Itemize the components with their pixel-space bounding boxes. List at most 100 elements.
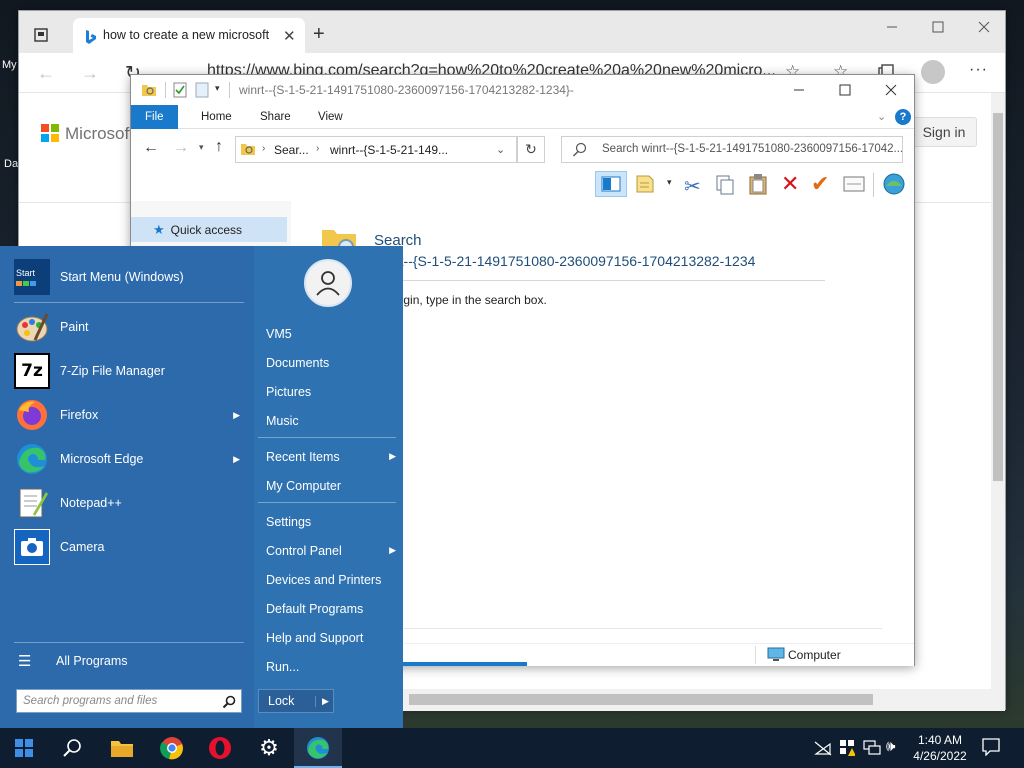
copy-icon[interactable] xyxy=(715,174,735,196)
navigation-row: ← → ▾ ↑ › Sear... › winrt--{S-1-5-21-149… xyxy=(131,129,914,169)
windows-start-icon[interactable] xyxy=(0,728,48,768)
places-item-computer[interactable]: My Computer xyxy=(266,471,400,500)
back-icon[interactable]: ← xyxy=(143,139,159,157)
close-tab-icon[interactable]: ✕ xyxy=(283,27,296,45)
network-off-icon[interactable] xyxy=(814,740,832,756)
close-icon[interactable] xyxy=(961,11,1007,43)
cut-icon[interactable]: ✂ xyxy=(684,174,701,199)
search-input[interactable]: Search winrt--{S-1-5-21-1491751080-23600… xyxy=(561,136,903,163)
properties-icon[interactable] xyxy=(173,82,187,98)
settings-icon[interactable]: ⚙ xyxy=(245,728,293,768)
address-path[interactable]: › Sear... › winrt--{S-1-5-21-149... ⌄ xyxy=(235,136,517,163)
places-item-recent[interactable]: Recent Items ▶ xyxy=(266,442,400,471)
clock[interactable]: 1:40 AM 4/26/2022 xyxy=(910,732,970,764)
user-avatar[interactable] xyxy=(304,259,352,307)
forward-icon[interactable]: → xyxy=(81,63,99,84)
maximize-icon[interactable] xyxy=(839,84,851,96)
more-options-icon[interactable]: ··· xyxy=(969,61,988,79)
start-item[interactable]: Microsoft Edge ▶ xyxy=(14,437,250,481)
start-item[interactable]: Paint xyxy=(14,305,250,349)
volume-icon[interactable]: 🕪 xyxy=(886,738,895,755)
properties-dialog-icon[interactable] xyxy=(843,176,865,192)
file-explorer-icon[interactable] xyxy=(98,728,146,768)
program-search-input[interactable]: Search programs and files xyxy=(16,689,242,713)
places-item-pictures[interactable]: Pictures xyxy=(266,377,400,406)
submenu-arrow-icon: ▶ xyxy=(233,453,240,464)
start-item[interactable]: Firefox ▶ xyxy=(14,393,250,437)
breadcrumb-chevron-icon[interactable]: › xyxy=(316,143,319,154)
paste-icon[interactable] xyxy=(748,173,768,195)
new-folder-icon[interactable] xyxy=(195,82,209,98)
places-item-run[interactable]: Run... xyxy=(266,652,400,681)
places-item-music[interactable]: Music xyxy=(266,406,400,435)
tab-share[interactable]: Share xyxy=(246,105,305,129)
vertical-scrollbar[interactable] xyxy=(991,93,1005,689)
start-item[interactable]: 7z 7-Zip File Manager xyxy=(14,349,250,393)
search-icon[interactable] xyxy=(222,695,236,709)
places-item-user[interactable]: VM5 xyxy=(266,319,400,348)
microsoft-logo[interactable] xyxy=(41,124,59,142)
start-item-label: Camera xyxy=(60,540,105,554)
places-item-default-programs[interactable]: Default Programs xyxy=(266,594,400,623)
desktop-icon-label[interactable]: My xyxy=(2,59,17,71)
profile-avatar[interactable] xyxy=(921,60,945,84)
help-icon[interactable]: ? xyxy=(895,109,911,125)
scroll-thumb[interactable] xyxy=(993,113,1003,481)
places-item-control-panel[interactable]: Control Panel ▶ xyxy=(266,536,400,565)
heading-divider xyxy=(374,280,825,281)
start-item[interactable]: Start Start Menu (Windows) xyxy=(14,255,250,299)
minimize-icon[interactable] xyxy=(869,11,915,43)
breadcrumb-segment[interactable]: Sear... xyxy=(274,143,309,157)
sign-in-button[interactable]: Sign in xyxy=(911,117,977,147)
qat-dropdown-icon[interactable]: ▾ xyxy=(215,83,220,94)
preview-pane-icon[interactable] xyxy=(595,171,627,197)
bing-icon xyxy=(83,29,97,45)
places-item-documents[interactable]: Documents xyxy=(266,348,400,377)
tab-view[interactable]: View xyxy=(304,105,357,129)
notifications-icon[interactable] xyxy=(982,738,1000,756)
tab-file[interactable]: File xyxy=(131,105,178,129)
nav-quick-access[interactable]: ★ Quick access xyxy=(131,217,287,242)
shell-globe-icon[interactable] xyxy=(881,172,907,196)
rename-check-icon[interactable]: ✔ xyxy=(811,171,829,197)
quick-access-label: Quick access xyxy=(170,222,243,237)
path-dropdown-icon[interactable]: ⌄ xyxy=(496,143,505,156)
opera-icon[interactable] xyxy=(196,728,244,768)
search-placeholder: Search winrt--{S-1-5-21-1491751080-23600… xyxy=(602,143,904,155)
new-tab-icon[interactable]: + xyxy=(313,23,325,46)
security-warning-icon[interactable] xyxy=(839,739,855,757)
close-icon[interactable] xyxy=(885,84,897,96)
breadcrumb-chevron-icon[interactable]: › xyxy=(262,143,265,154)
all-programs-button[interactable]: ☰ All Programs xyxy=(18,650,248,672)
edge-icon[interactable] xyxy=(294,728,342,768)
search-icon[interactable] xyxy=(48,728,96,768)
firefox-icon xyxy=(14,397,50,433)
back-icon[interactable]: ← xyxy=(37,63,55,84)
ribbon-collapse-icon[interactable]: ⌄ xyxy=(877,110,886,123)
places-item-settings[interactable]: Settings xyxy=(266,507,400,536)
new-item-icon[interactable] xyxy=(635,174,657,194)
hscroll-thumb[interactable] xyxy=(409,694,873,705)
breadcrumb-segment[interactable]: winrt--{S-1-5-21-149... xyxy=(330,143,448,157)
places-item-devices[interactable]: Devices and Printers xyxy=(266,565,400,594)
delete-icon[interactable]: ✕ xyxy=(781,171,799,197)
start-item[interactable]: Camera xyxy=(14,525,250,569)
power-options-arrow-icon[interactable]: ▶ xyxy=(315,695,329,707)
recent-locations-icon[interactable]: ▾ xyxy=(199,142,204,153)
refresh-icon[interactable]: ↻ xyxy=(517,136,545,163)
up-icon[interactable]: ↑ xyxy=(215,138,223,156)
lock-button[interactable]: Lock ▶ xyxy=(258,689,334,713)
new-item-dropdown-icon[interactable]: ▾ xyxy=(667,177,672,188)
tab-actions-icon[interactable] xyxy=(33,27,49,43)
start-item-label: Firefox xyxy=(60,408,99,422)
browser-tab[interactable]: how to create a new microsoft a ✕ xyxy=(73,18,305,53)
network-icon[interactable] xyxy=(863,740,881,756)
desktop-icon-label[interactable]: Da xyxy=(4,158,18,170)
start-item[interactable]: Notepad++ xyxy=(14,481,250,525)
maximize-icon[interactable] xyxy=(915,11,961,43)
minimize-icon[interactable] xyxy=(793,84,805,96)
chrome-icon[interactable] xyxy=(148,728,196,768)
places-item-help[interactable]: Help and Support xyxy=(266,623,400,652)
tab-home[interactable]: Home xyxy=(187,105,246,129)
forward-icon[interactable]: → xyxy=(173,139,189,157)
